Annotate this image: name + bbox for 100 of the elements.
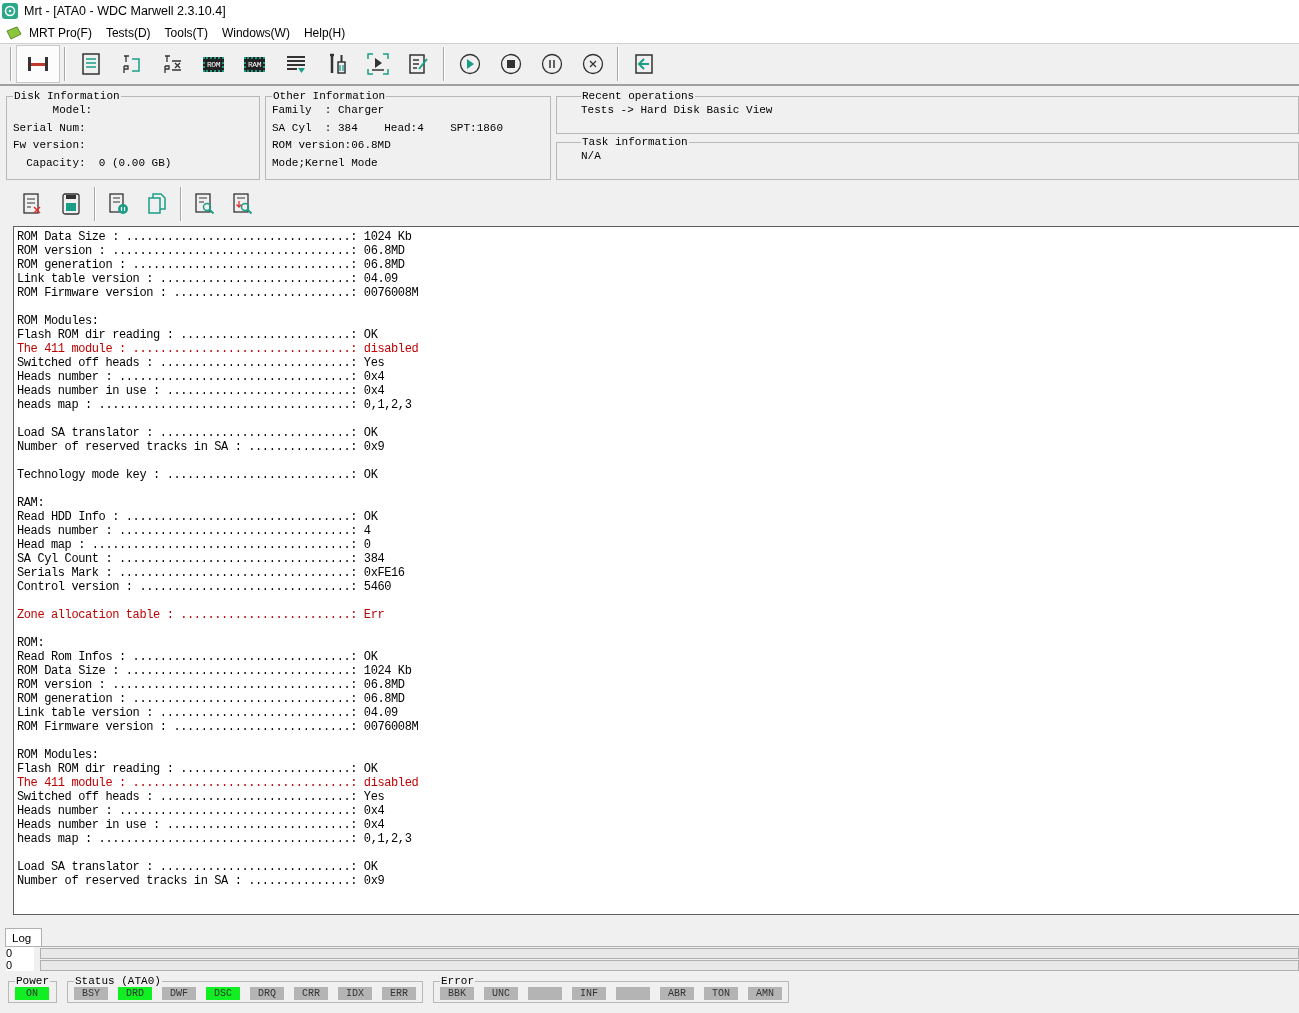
menu-item[interactable]: Tests(D): [98, 25, 158, 40]
info-text: ROM version:06.8MD: [272, 138, 392, 153]
status-indicator: ERR: [382, 987, 416, 1000]
log-line: Switched off heads : ............................: Yes: [17, 790, 385, 804]
log-line: Heads number : ..................................: 0x4: [17, 370, 385, 384]
log-pause-icon: [109, 193, 129, 215]
log-line: ROM Firmware version : ..........................: 0076008M: [17, 286, 419, 300]
info-text: Capacity: 0 (0.00 GB): [25, 155, 173, 171]
log-line: Read Rom Infos : ................................: OK: [17, 650, 378, 664]
find-icon: [195, 193, 215, 215]
menu-item[interactable]: MRT Pro(F): [22, 25, 99, 40]
log-line: Head map : ......................................: 0: [17, 538, 371, 552]
chip-icon: RAM: [244, 56, 265, 72]
log-tab[interactable]: Log: [5, 928, 43, 946]
log-line: Heads number in use : ...........................: 0x4: [17, 818, 385, 832]
find-next-icon: [233, 193, 253, 215]
bracket-arrow-icon: [121, 53, 142, 75]
log-line: Link table version : ............................: 04.09: [17, 706, 398, 720]
log-line: Link table version : ............................: 04.09: [17, 272, 398, 286]
log-line: Heads number : ..................................: 4: [17, 524, 371, 538]
status-indicator: DSC: [206, 987, 240, 1000]
info-text: N/A: [581, 149, 602, 164]
panel-title: Recent operations: [581, 90, 696, 102]
bracket-cross-icon: [162, 53, 183, 75]
status-indicator: DRQ: [250, 987, 284, 1000]
log-line: ROM generation : ................................: 06.8MD: [17, 258, 405, 272]
info-text: Family : Charger: [272, 103, 386, 118]
panel-title: Power: [15, 975, 50, 987]
log-line: ROM version : ...................................: 06.8MD: [17, 678, 405, 692]
info-text: SA Cyl : 384 Head:4 SPT:1860: [272, 120, 505, 136]
status-indicator: AMN: [748, 987, 782, 1000]
status-indicator: DWF: [162, 987, 196, 1000]
log-line: Number of reserved tracks in SA : ...............: 0x9: [17, 440, 385, 454]
panel-title: Task information: [581, 136, 689, 148]
log-line: Technology mode key : ...........................: OK: [17, 468, 378, 482]
toolbar-button[interactable]: [16, 45, 60, 83]
panel-title: Status (ATA0): [74, 975, 162, 987]
document-icon: [81, 53, 100, 75]
status-indicator: DRD: [118, 987, 152, 1000]
log-line: Control version : ...............................: 5460: [17, 580, 392, 594]
save-icon: [62, 193, 80, 215]
toolbar-button[interactable]: ROM: [193, 45, 234, 83]
log-line: ROM:: [17, 636, 45, 650]
status-indicator: ON: [15, 987, 49, 1000]
document-menu-icon: [6, 25, 22, 40]
log-line: Number of reserved tracks in SA : ...............: 0x9: [17, 874, 385, 888]
stop-icon: [499, 53, 522, 75]
log-line: The 411 module : ................................: disabled: [17, 342, 419, 356]
toolbar-button[interactable]: RAM: [234, 45, 275, 83]
cancel-icon: [581, 53, 604, 75]
log-line: Flash ROM dir reading : .........................: OK: [17, 328, 378, 342]
log-line: ROM Firmware version : ..........................: 0076008M: [17, 720, 419, 734]
log-line: ROM Data Size : .................................: 1024 Kb: [17, 664, 412, 678]
log-line: Flash ROM dir reading : .........................: OK: [17, 762, 378, 776]
play-icon: [458, 53, 481, 75]
log-line: The 411 module : ................................: disabled: [17, 776, 419, 790]
log-line: Load SA translator : ............................: OK: [17, 426, 378, 440]
panel-title: Disk Information: [13, 90, 121, 102]
log-line: ROM Modules:: [17, 314, 99, 328]
window-title: Mrt - [ATA0 - WDC Marwell 2.3.10.4]: [24, 4, 226, 18]
menu-item[interactable]: Tools(T): [157, 25, 215, 40]
log-line: Heads number : ..................................: 0x4: [17, 804, 385, 818]
log-line: ROM Modules:: [17, 748, 99, 762]
clear-log-icon: [23, 193, 43, 215]
counter-text: 0: [6, 959, 34, 971]
log-line: ROM Data Size : .................................: 1024 Kb: [17, 230, 412, 244]
chip-icon: ROM: [203, 56, 224, 72]
log-line: Serials Mark : ..................................: 0xFE16: [17, 566, 405, 580]
status-indicator: ABR: [660, 987, 694, 1000]
status-indicator: BSY: [74, 987, 108, 1000]
edit-icon: [408, 53, 429, 75]
menu-item[interactable]: Help(H): [296, 25, 353, 40]
log-line: SA Cyl Count : ..................................: 384: [17, 552, 385, 566]
pause-icon: [540, 53, 563, 75]
log-line: Heads number in use : ...........................: 0x4: [17, 384, 385, 398]
media-icon: [366, 53, 389, 75]
exit-icon: [633, 53, 654, 75]
log-line: Zone allocation table : .........................: Err: [17, 608, 385, 622]
panel-title: Error: [440, 975, 476, 987]
status-indicator: CRR: [294, 987, 328, 1000]
log-line: RAM:: [17, 496, 45, 510]
status-indicator: IDX: [338, 987, 372, 1000]
status-indicator: INF: [572, 987, 606, 1000]
info-text: Mode;Kernel Mode: [272, 155, 379, 171]
log-line: heads map : .....................................: 0,1,2,3: [17, 832, 412, 846]
log-line: Load SA translator : ............................: OK: [17, 860, 378, 874]
menu-item[interactable]: Windows(W): [214, 25, 297, 40]
log-line: ROM version : ...................................: 06.8MD: [17, 244, 405, 258]
log-line: ROM generation : ................................: 06.8MD: [17, 692, 405, 706]
counter-text: 0: [6, 947, 34, 959]
info-text: Fw version:: [13, 138, 87, 153]
log-line: Read HDD Info : .................................: OK: [17, 510, 378, 524]
log-line: heads map : .....................................: 0,1,2,3: [17, 398, 412, 412]
status-indicator: BBK: [440, 987, 474, 1000]
info-text: Tests -> Hard Disk Basic View: [581, 103, 774, 118]
list-icon: [285, 54, 306, 74]
log-line: Switched off heads : ............................: Yes: [17, 356, 385, 370]
status-indicator: TON: [704, 987, 738, 1000]
info-text: Model:: [51, 103, 94, 118]
copy-icon: [148, 193, 166, 215]
